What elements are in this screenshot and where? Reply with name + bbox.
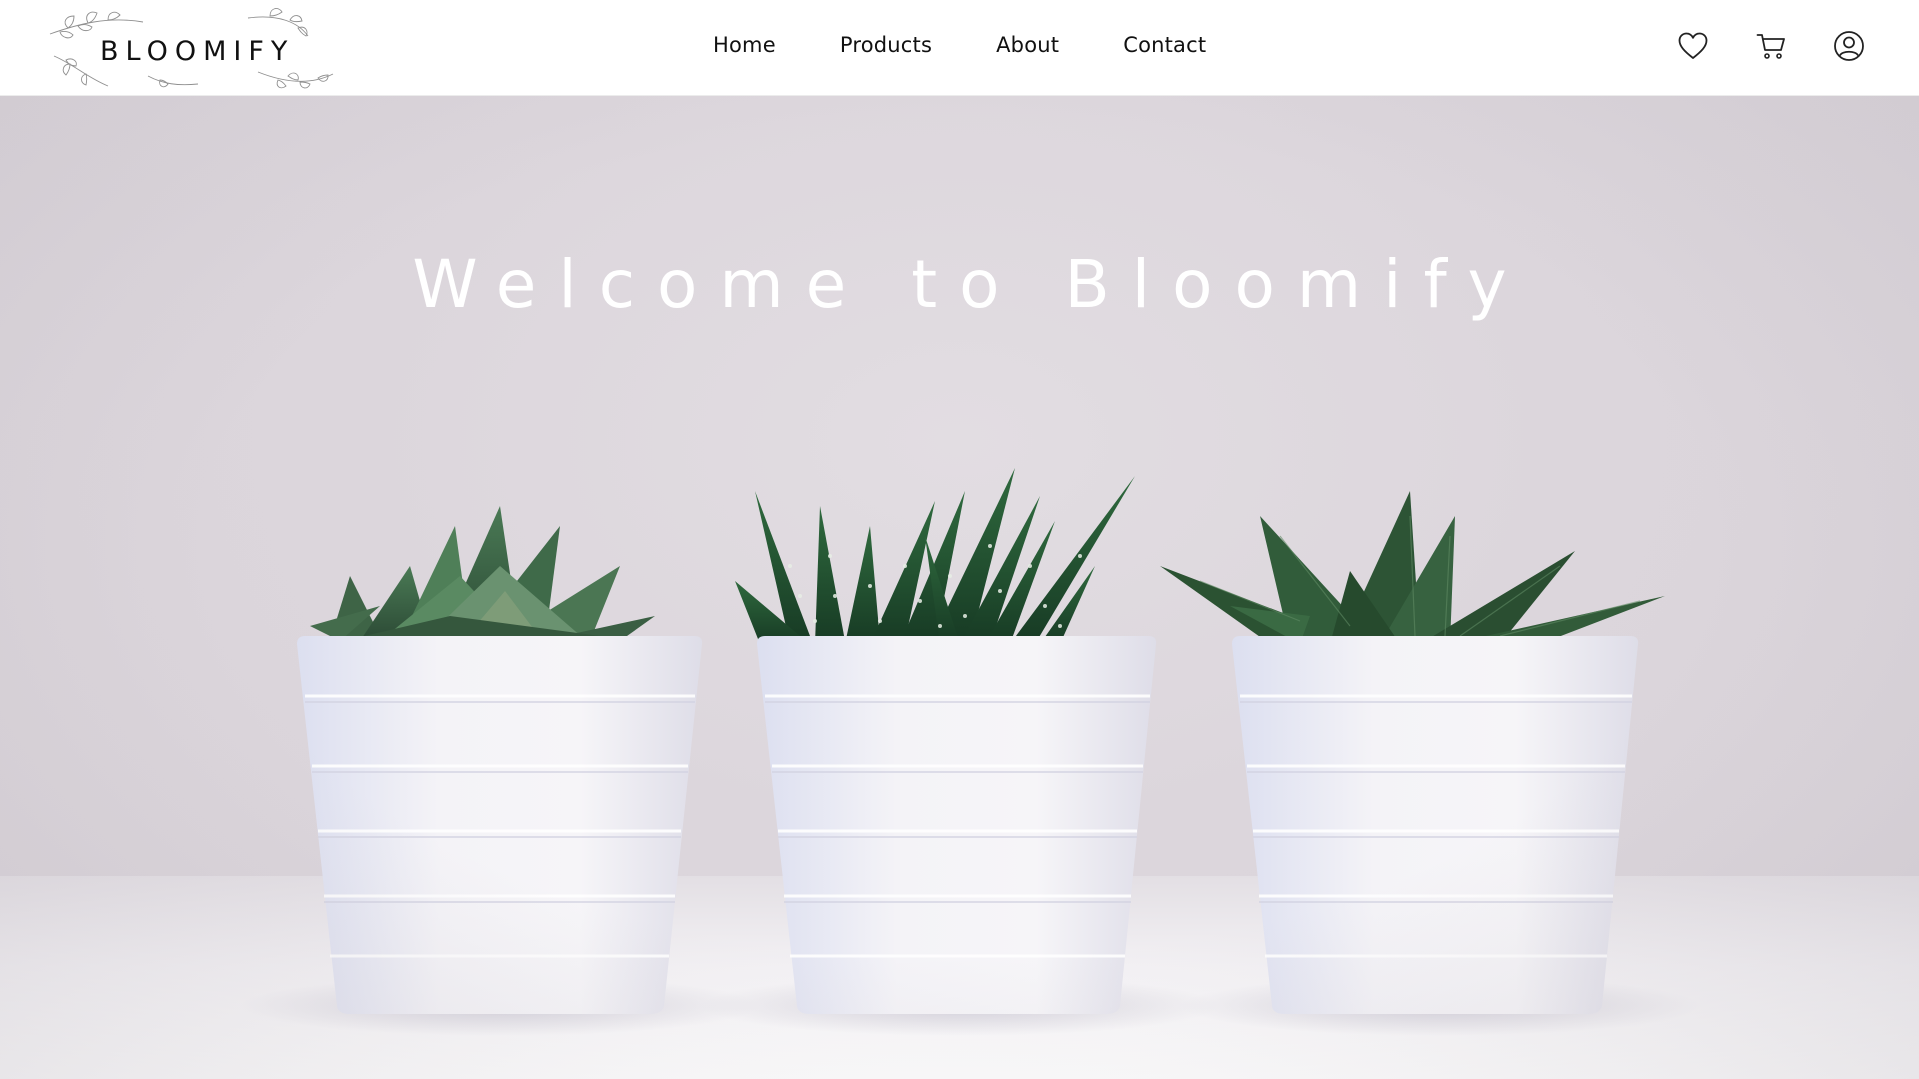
pot-3: [1232, 636, 1639, 1014]
main-nav: Home Products About Contact: [713, 33, 1206, 57]
hero-image: [240, 468, 1700, 1036]
hero-title: Welcome to Bloomify: [412, 246, 1529, 323]
pot-2: [757, 636, 1157, 1014]
hero-section: Welcome to Bloomify: [0, 96, 1919, 1079]
nav-home[interactable]: Home: [713, 33, 776, 57]
succulent-1: [310, 506, 660, 644]
wishlist-button[interactable]: [1677, 30, 1709, 62]
cart-button[interactable]: [1755, 30, 1787, 62]
account-button[interactable]: [1833, 30, 1865, 62]
pot-1: [297, 636, 703, 1014]
succulent-2: [735, 468, 1135, 644]
nav-products[interactable]: Products: [840, 33, 932, 57]
site-header: BLOOMIFY Home Products About Contact: [0, 0, 1919, 96]
brand-logo[interactable]: BLOOMIFY: [48, 6, 338, 90]
header-actions: [1677, 30, 1865, 62]
user-icon: [1834, 31, 1864, 61]
brand-name: BLOOMIFY: [100, 36, 295, 67]
heart-icon: [1678, 32, 1708, 59]
cart-icon: [1756, 34, 1785, 59]
nav-about[interactable]: About: [996, 33, 1059, 57]
nav-contact[interactable]: Contact: [1123, 33, 1206, 57]
